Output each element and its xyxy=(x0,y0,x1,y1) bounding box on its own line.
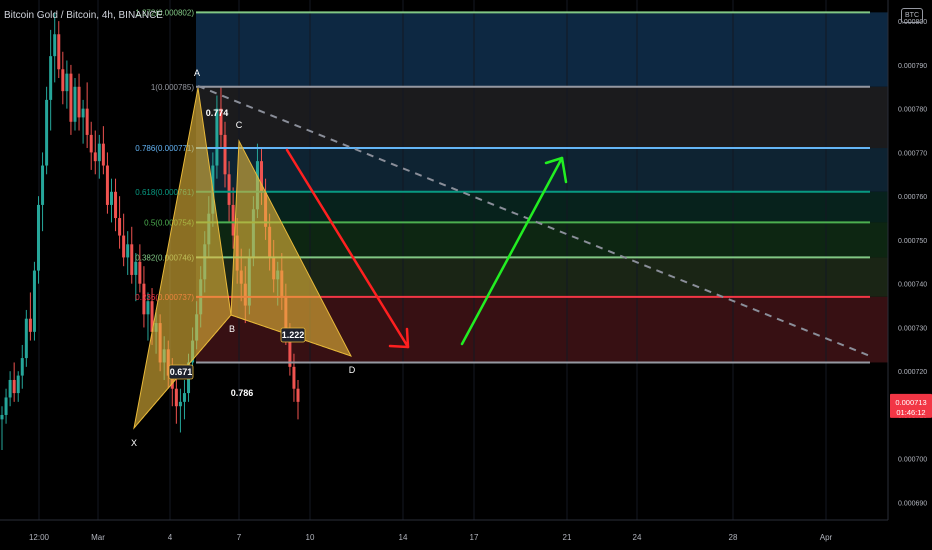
y-tick-label-3: 0.000770 xyxy=(898,150,927,157)
candle-body-25 xyxy=(101,143,105,166)
candle-body-43 xyxy=(174,388,178,407)
candle-body-1 xyxy=(4,397,8,415)
candle-body-11 xyxy=(45,99,49,166)
x-tick-label-0: 12:00 xyxy=(29,533,50,542)
time-axis-bg xyxy=(0,520,932,550)
candle-body-0 xyxy=(0,414,4,420)
candle-body-23 xyxy=(93,152,97,162)
price-label-value: 0.000713 xyxy=(895,398,926,407)
candle-body-24 xyxy=(97,143,101,162)
candle-body-17 xyxy=(69,73,73,122)
ratio-label-xd: 0.786 xyxy=(231,388,254,398)
point-label-c: C xyxy=(236,120,243,130)
point-label-x: X xyxy=(131,438,137,448)
x-tick-label-1: Mar xyxy=(91,533,105,542)
y-tick-label-11: 0.000690 xyxy=(898,500,927,507)
candle-body-45 xyxy=(182,393,186,402)
point-label-a: A xyxy=(194,68,200,78)
x-tick-label-3: 7 xyxy=(237,533,242,542)
y-tick-label-1: 0.000790 xyxy=(898,63,927,70)
candle-body-7 xyxy=(28,318,32,332)
candle-body-34 xyxy=(138,261,142,284)
candle-body-22 xyxy=(89,134,93,153)
candle-body-44 xyxy=(178,401,182,407)
candle-body-3 xyxy=(12,379,16,394)
candle-body-12 xyxy=(49,56,53,100)
candle-body-31 xyxy=(126,244,130,258)
candle-body-56 xyxy=(227,174,231,205)
chart-title: Bitcoin Gold / Bitcoin, 4h, BINANCE xyxy=(4,10,163,21)
x-tick-label-5: 14 xyxy=(399,533,408,542)
candle-body-33 xyxy=(134,261,138,275)
candle-body-21 xyxy=(85,108,89,135)
y-tick-label-8: 0.000720 xyxy=(898,369,927,376)
ratio-label-xb: 0.671 xyxy=(170,367,193,377)
candle-body-5 xyxy=(20,358,24,376)
x-tick-label-7: 21 xyxy=(563,533,572,542)
point-label-b: B xyxy=(229,324,235,334)
candle-body-72 xyxy=(292,366,296,389)
candle-body-57 xyxy=(231,204,235,236)
candle-body-32 xyxy=(130,244,134,275)
y-tick-label-6: 0.000740 xyxy=(898,282,927,289)
candle-body-55 xyxy=(223,134,227,175)
y-tick-label-4: 0.000760 xyxy=(898,194,927,201)
x-tick-label-2: 4 xyxy=(168,533,173,542)
fib-band-1 xyxy=(196,86,888,149)
candle-body-2 xyxy=(8,379,12,398)
candle-body-19 xyxy=(77,86,81,118)
candle-body-36 xyxy=(146,301,150,315)
fib-label-1: 1(0.000785) xyxy=(151,83,194,92)
candle-body-9 xyxy=(36,204,40,271)
candle-body-10 xyxy=(41,165,45,205)
point-label-d: D xyxy=(349,365,356,375)
y-tick-label-10: 0.000700 xyxy=(898,457,927,464)
candle-body-4 xyxy=(16,375,20,394)
ratio-label-bd: 1.222 xyxy=(282,330,305,340)
price-chart[interactable]: 1.272(0.000802)1(0.000785)0.786(0.000771… xyxy=(0,0,932,550)
candle-body-15 xyxy=(61,69,65,92)
candle-body-27 xyxy=(109,191,113,205)
y-tick-label-7: 0.000730 xyxy=(898,325,927,332)
candle-body-73 xyxy=(296,388,300,402)
candle-body-18 xyxy=(73,86,77,122)
candle-body-28 xyxy=(114,191,118,219)
candle-body-26 xyxy=(105,165,109,205)
candle-body-16 xyxy=(65,73,69,92)
y-tick-label-2: 0.000780 xyxy=(898,107,927,114)
candle-body-29 xyxy=(118,218,122,236)
x-tick-label-9: 28 xyxy=(729,533,738,542)
currency-badge[interactable]: BTC xyxy=(901,8,923,23)
fib-label-0.786: 0.786(0.000771) xyxy=(135,144,194,153)
price-label-countdown: 01:46:12 xyxy=(896,408,925,417)
price-axis-bg xyxy=(888,0,932,550)
candle-body-6 xyxy=(24,318,28,359)
x-tick-label-8: 24 xyxy=(633,533,642,542)
y-tick-label-5: 0.000750 xyxy=(898,238,927,245)
fib-band-4 xyxy=(196,222,888,258)
candle-body-14 xyxy=(57,34,61,70)
x-tick-label-4: 10 xyxy=(306,533,315,542)
candle-body-8 xyxy=(32,270,36,332)
candle-body-20 xyxy=(81,108,85,118)
candle-body-13 xyxy=(53,34,57,57)
x-tick-label-6: 17 xyxy=(470,533,479,542)
ratio-label-ab: 0.774 xyxy=(206,108,229,118)
fib-band-0 xyxy=(196,12,888,87)
x-tick-label-10: Apr xyxy=(820,533,833,542)
candle-body-30 xyxy=(122,235,126,258)
